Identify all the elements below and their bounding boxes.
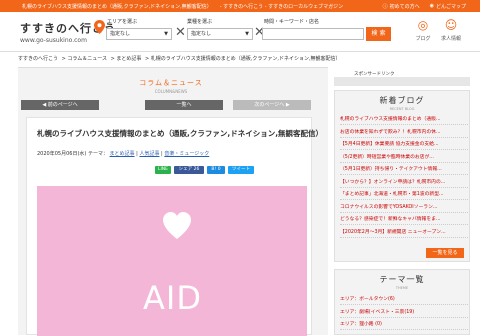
section-title-text: コラム＆ニュース xyxy=(139,79,203,87)
article-title: 札幌のライブハウス支援情報のまとめ（通販,クラファン,ドネイション,無観客配信） xyxy=(37,129,324,138)
area-select-value: 指定なし xyxy=(110,31,131,37)
area-select[interactable]: 指定なし ▼ xyxy=(106,28,172,40)
recent-blog-item[interactable]: どうなる？感染症で！新鮮なキャバ情報をま... xyxy=(340,216,468,225)
top-bar: 札幌のライブハウス支援情報のまとめ（通販,クラファン,ドネイション,無観客配信）… xyxy=(0,0,480,12)
article-hero-image: AID xyxy=(37,186,307,336)
hero-text: AID xyxy=(143,279,202,317)
article-date: 2020年05月06日(水) テーマ： xyxy=(37,151,108,157)
recent-blog-item[interactable]: （5/2更新）時短営業や臨時休業のお店が... xyxy=(340,154,468,163)
logo-pin-icon xyxy=(94,20,105,34)
keyword-label: 時間・キーワード・店名 xyxy=(264,19,320,25)
first-visit-label: 初めての方へ xyxy=(389,3,420,10)
job-link-label: 求人情報 xyxy=(440,36,461,42)
breadcrumb-news[interactable]: コラム＆ニュース xyxy=(67,56,107,62)
breadcrumb-current: 札幌のライブハウス支援情報のまとめ（通販,クラファン,ドネイション,無観客配信） xyxy=(150,56,341,62)
list-button[interactable]: 一覧へ xyxy=(145,100,223,110)
tag-music[interactable]: 音楽・ミュージック xyxy=(164,151,209,157)
recent-blog-item[interactable]: 「まとめ記事」北海道・札幌市・第1波の新型... xyxy=(340,191,468,200)
theme-item[interactable]: エリア：狸小路 (0) xyxy=(340,321,468,330)
blog-link-label: ブログ xyxy=(415,36,431,42)
job-icon: ☺ xyxy=(444,18,458,32)
chevron-down-icon: ▼ xyxy=(245,31,249,37)
job-link[interactable]: ☺ 求人情報 xyxy=(438,18,464,42)
recent-blog-item[interactable]: 【5月4日更新】休業要請 協力支援金の支給... xyxy=(340,141,468,150)
recent-blog-item[interactable]: 【いつから？】オンライン申請は？札幌市内の... xyxy=(340,179,468,188)
line-share-button[interactable]: LINE xyxy=(155,166,171,174)
map-link-label: どんごマップ xyxy=(435,3,466,10)
tag-popular[interactable]: 人気記事 xyxy=(139,151,159,157)
recent-blog-subtitle: RECENT BLOG xyxy=(389,107,415,111)
clear-area-icon[interactable]: ✕ xyxy=(175,26,186,39)
hatena-button[interactable]: B! 0 xyxy=(207,166,225,174)
pager: ◀ 前のページへ 一覧へ 次のページへ ▶ xyxy=(21,100,311,114)
keyword-input[interactable] xyxy=(262,28,364,40)
breadcrumb: すすきのへ行こう > コラム＆ニュース > まとめ記事 > 札幌のライブハウス支… xyxy=(18,56,341,62)
chevron-down-icon: ▼ xyxy=(164,31,168,37)
info-icon: ⓘ xyxy=(382,3,388,10)
section-subtitle: COLUMN&NEWS xyxy=(154,89,188,94)
recent-blog-item[interactable]: コロナウイルスの影響でYOSAKOIソーラン... xyxy=(340,204,468,213)
section-title: コラム＆ニュース COLUMN&NEWS xyxy=(16,78,326,98)
genre-label: 業種を選ぶ xyxy=(187,19,213,25)
recent-blog-item[interactable]: 札幌のライブハウス支援情報のまとめ（通販... xyxy=(340,116,468,125)
top-bar-text: 札幌のライブハウス支援情報のまとめ（通販,クラファン,ドネイション,無観客配信） xyxy=(22,3,212,10)
site-header: すすきのへ行こう www.go-susukino.com エリアを選ぶ 指定なし… xyxy=(0,12,480,52)
article: 札幌のライブハウス支援情報のまとめ（通販,クラファン,ドネイション,無観客配信）… xyxy=(26,117,323,336)
heart-icon xyxy=(163,212,191,239)
recent-blog-item[interactable]: 【2020年2月〜3月】新規開店 ニューオープン... xyxy=(340,229,468,238)
first-visit-link[interactable]: ⓘ 初めての方へ xyxy=(383,3,420,10)
recent-blog-title: 新着ブログ xyxy=(379,96,425,105)
recent-blog-item[interactable]: （5月1日更新）持ち帰り・テイクアウト情報... xyxy=(340,166,468,175)
next-page-button[interactable]: 次のページへ ▶ xyxy=(233,100,311,110)
more-blog-button[interactable]: 一覧を見る xyxy=(426,248,464,258)
prev-page-button[interactable]: ◀ 前のページへ xyxy=(21,100,99,110)
breadcrumb-matome[interactable]: まとめ記事 xyxy=(116,56,141,62)
tweet-button[interactable]: ツイート xyxy=(228,166,254,174)
top-bar-site-text: - すすきのへ行こう - すすきのローカルウェブマガジン xyxy=(219,3,344,10)
tag-matome[interactable]: まとめ記事 xyxy=(110,151,135,157)
facebook-share-button[interactable]: シェア 26 xyxy=(174,166,204,174)
theme-item[interactable]: エリア：劇場(イベスト・三景(19) xyxy=(340,309,468,318)
recent-blog-item[interactable]: お店の休業を知れずで飲み？！札幌市内の休... xyxy=(340,129,468,138)
blog-link[interactable]: ◎ ブログ xyxy=(410,18,436,42)
breadcrumb-home[interactable]: すすきのへ行こう xyxy=(18,56,58,62)
theme-subtitle: THEME xyxy=(395,286,409,290)
ad-banner[interactable] xyxy=(334,77,470,86)
search-button[interactable]: 検 索 xyxy=(366,27,391,41)
logo-url: www.go-susukino.com xyxy=(20,37,87,44)
map-pin-icon: ◉ xyxy=(429,3,434,9)
theme-title: テーマ一覧 xyxy=(379,275,425,284)
blog-icon: ◎ xyxy=(417,18,429,32)
area-label: エリアを選ぶ xyxy=(107,19,138,25)
genre-select-value: 指定なし xyxy=(191,31,212,37)
article-meta: 2020年05月06日(水) テーマ： まとめ記事 | 人気記事 | 音楽・ミュ… xyxy=(37,151,210,157)
genre-select[interactable]: 指定なし ▼ xyxy=(187,28,253,40)
theme-item[interactable]: エリア：ボールタウン(6) xyxy=(340,296,468,305)
map-link[interactable]: ◉ どんごマップ xyxy=(430,3,466,10)
